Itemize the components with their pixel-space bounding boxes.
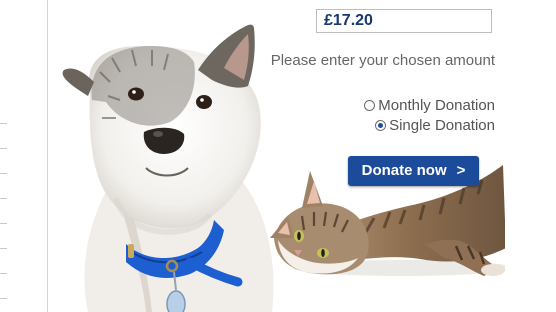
right-page-gutter [505,0,556,312]
amount-input[interactable]: £17.20 [316,9,492,33]
single-donation-option[interactable]: Single Donation [375,117,495,134]
single-donation-radio[interactable] [375,120,387,131]
donation-panel: £17.20 Please enter your chosen amount M… [47,0,506,312]
edge-tick [0,173,7,174]
edge-tick [0,123,7,124]
edge-tick [0,223,7,224]
single-donation-label[interactable]: Single Donation [389,117,495,134]
dog-illustration [62,24,274,312]
edge-tick [0,298,7,299]
donate-now-label: Donate now [361,162,447,179]
donate-now-button[interactable]: Donate now > [348,156,479,186]
monthly-donation-option[interactable]: Monthly Donation [364,97,495,114]
monthly-donation-radio[interactable] [364,100,376,111]
chevron-right-icon: > [456,162,466,179]
edge-tick [0,273,7,274]
edge-tick [0,248,7,249]
left-page-edge [0,0,47,312]
edge-tick [0,148,7,149]
edge-tick [0,198,7,199]
amount-prompt: Please enter your chosen amount [270,52,495,69]
monthly-donation-label[interactable]: Monthly Donation [378,97,495,114]
